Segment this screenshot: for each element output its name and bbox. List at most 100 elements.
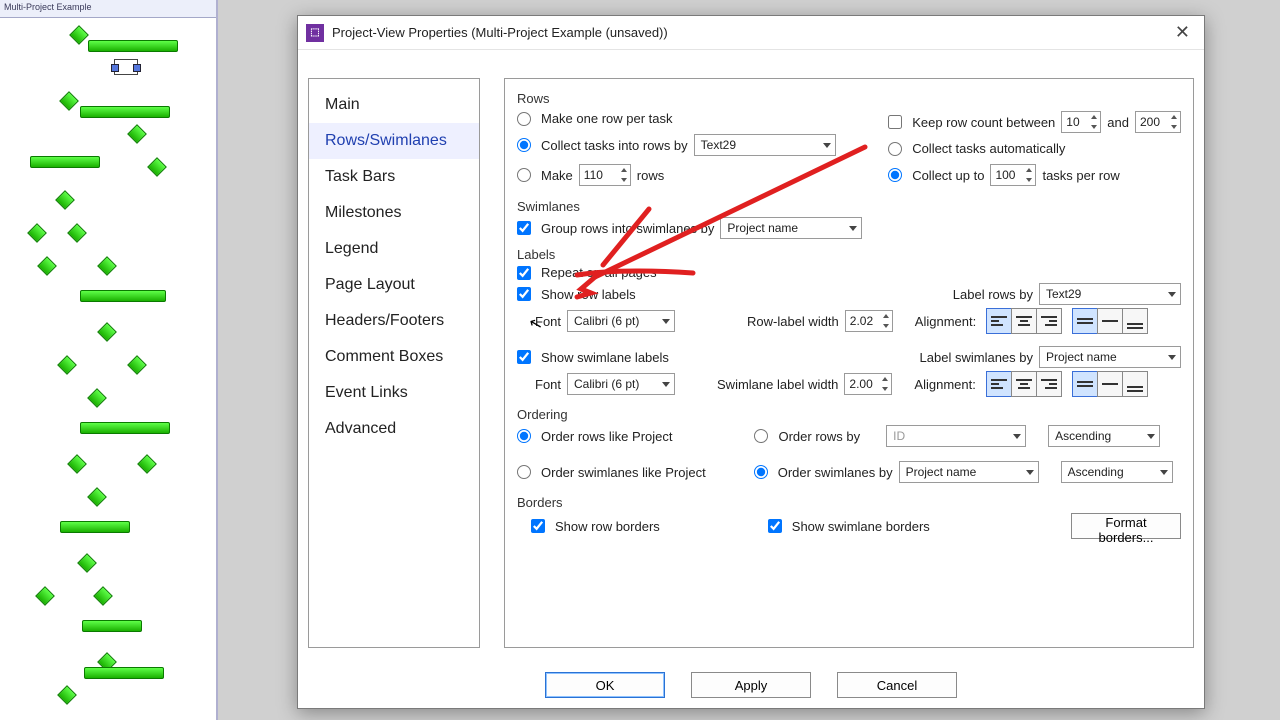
label-swim-alignment: Alignment:: [914, 377, 975, 392]
radio-make-rows[interactable]: [517, 168, 531, 182]
properties-dialog: ⬚ Project-View Properties (Multi-Project…: [297, 15, 1205, 709]
valign-bottom-icon[interactable]: [1122, 308, 1148, 334]
chk-row-borders[interactable]: [531, 519, 545, 533]
dd-label-rows-by[interactable]: Text29: [1039, 283, 1181, 305]
gantt-body: [0, 18, 216, 720]
swim-v-align-group: [1072, 371, 1148, 397]
label-order-swim-by: Order swimlanes by: [778, 465, 893, 480]
swim-valign-bottom-icon[interactable]: [1122, 371, 1148, 397]
dd-order-swim-dir[interactable]: Ascending: [1061, 461, 1173, 483]
radio-collect-by[interactable]: [517, 138, 531, 152]
dd-swim-font[interactable]: Calibri (6 pt): [567, 373, 675, 395]
nav-comment-boxes[interactable]: Comment Boxes: [309, 339, 479, 375]
chk-show-swim-labels[interactable]: [517, 350, 531, 364]
gantt-title: Multi-Project Example: [0, 0, 216, 18]
nav-event-links[interactable]: Event Links: [309, 375, 479, 411]
dd-row-font[interactable]: Calibri (6 pt): [567, 310, 675, 332]
label-rows-by: Label rows by: [953, 287, 1033, 302]
label-collect-upto: Collect up to: [912, 168, 984, 183]
dd-swimlane-field[interactable]: Project name: [720, 217, 862, 239]
label-rows-suffix: rows: [637, 168, 664, 183]
swimlanes-title: Swimlanes: [517, 199, 1181, 214]
nav-advanced[interactable]: Advanced: [309, 411, 479, 447]
align-right-icon[interactable]: [1036, 308, 1062, 334]
label-font2: Font: [535, 377, 561, 392]
cancel-button[interactable]: Cancel: [837, 672, 957, 698]
spin-rowcount[interactable]: 110: [579, 164, 631, 186]
label-order-rows-project: Order rows like Project: [541, 429, 672, 444]
rows-title: Rows: [517, 91, 1181, 106]
swim-align-right-icon[interactable]: [1036, 371, 1062, 397]
swim-valign-top-icon[interactable]: [1072, 371, 1098, 397]
nav-list: Main Rows/Swimlanes Task Bars Milestones…: [308, 78, 480, 648]
chk-keep-count[interactable]: [888, 115, 902, 129]
nav-rows-swimlanes[interactable]: Rows/Swimlanes: [309, 123, 479, 159]
label-one-per-task: Make one row per task: [541, 111, 673, 126]
swim-align-left-icon[interactable]: [986, 371, 1012, 397]
radio-order-rows-project[interactable]: [517, 429, 531, 443]
label-make: Make: [541, 168, 573, 183]
chk-group-swimlanes[interactable]: [517, 221, 531, 235]
label-repeat-pages: Repeat on all pages: [541, 265, 657, 280]
label-group-swimlanes: Group rows into swimlanes by: [541, 221, 714, 236]
dd-order-rows-field[interactable]: ID: [886, 425, 1026, 447]
nav-legend[interactable]: Legend: [309, 231, 479, 267]
dialog-title: Project-View Properties (Multi-Project E…: [332, 25, 668, 40]
apply-button[interactable]: Apply: [691, 672, 811, 698]
format-borders-button[interactable]: Format borders...: [1071, 513, 1181, 539]
label-tasks-per-row: tasks per row: [1042, 168, 1119, 183]
align-center-icon[interactable]: [1011, 308, 1037, 334]
radio-order-swim-project[interactable]: [517, 465, 531, 479]
dd-order-rows-dir[interactable]: Ascending: [1048, 425, 1160, 447]
label-keep-count: Keep row count between: [912, 115, 1055, 130]
ok-button[interactable]: OK: [545, 672, 665, 698]
radio-order-rows-by[interactable]: [754, 429, 768, 443]
spin-keep-max[interactable]: 200: [1135, 111, 1181, 133]
row-v-align-group: [1072, 308, 1148, 334]
ordering-title: Ordering: [517, 407, 1181, 422]
valign-middle-icon[interactable]: [1097, 308, 1123, 334]
label-row-label-width: Row-label width: [747, 314, 839, 329]
nav-task-bars[interactable]: Task Bars: [309, 159, 479, 195]
radio-collect-upto[interactable]: [888, 168, 902, 182]
close-icon[interactable]: ✕: [1169, 22, 1196, 43]
label-order-swim-project: Order swimlanes like Project: [541, 465, 706, 480]
valign-top-icon[interactable]: [1072, 308, 1098, 334]
dd-collect-field[interactable]: Text29: [694, 134, 836, 156]
dialog-buttons: OK Apply Cancel: [298, 672, 1204, 698]
label-show-row-labels: Show row labels: [541, 287, 636, 302]
radio-one-per-task[interactable]: [517, 112, 531, 126]
nav-page-layout[interactable]: Page Layout: [309, 267, 479, 303]
nav-main[interactable]: Main: [309, 87, 479, 123]
label-swim-label-width: Swimlane label width: [717, 377, 838, 392]
swim-h-align-group: [986, 371, 1062, 397]
spin-row-label-width[interactable]: 2.02: [845, 310, 893, 332]
label-order-rows-by: Order rows by: [778, 429, 860, 444]
label-collect-by: Collect tasks into rows by: [541, 138, 688, 153]
radio-order-swim-by[interactable]: [754, 465, 768, 479]
label-row-alignment: Alignment:: [915, 314, 976, 329]
nav-headers-footers[interactable]: Headers/Footers: [309, 303, 479, 339]
gantt-background: Multi-Project Example: [0, 0, 218, 720]
chk-swim-borders[interactable]: [768, 519, 782, 533]
labels-title: Labels: [517, 247, 1181, 262]
titlebar: ⬚ Project-View Properties (Multi-Project…: [298, 16, 1204, 50]
align-left-icon[interactable]: [986, 308, 1012, 334]
label-swim-borders: Show swimlane borders: [792, 519, 930, 534]
dd-label-swim-by[interactable]: Project name: [1039, 346, 1181, 368]
swim-valign-middle-icon[interactable]: [1097, 371, 1123, 397]
nav-milestones[interactable]: Milestones: [309, 195, 479, 231]
spin-upto[interactable]: 100: [990, 164, 1036, 186]
label-row-borders: Show row borders: [555, 519, 660, 534]
label-swim-by: Label swimlanes by: [920, 350, 1033, 365]
swim-align-center-icon[interactable]: [1011, 371, 1037, 397]
label-show-swim-labels: Show swimlane labels: [541, 350, 669, 365]
dd-order-swim-field[interactable]: Project name: [899, 461, 1039, 483]
spin-keep-min[interactable]: 10: [1061, 111, 1101, 133]
chk-repeat-pages[interactable]: [517, 266, 531, 280]
radio-collect-auto[interactable]: [888, 142, 902, 156]
label-and: and: [1107, 115, 1129, 130]
chk-show-row-labels[interactable]: [517, 287, 531, 301]
spin-swim-label-width[interactable]: 2.00: [844, 373, 892, 395]
borders-title: Borders: [517, 495, 1181, 510]
